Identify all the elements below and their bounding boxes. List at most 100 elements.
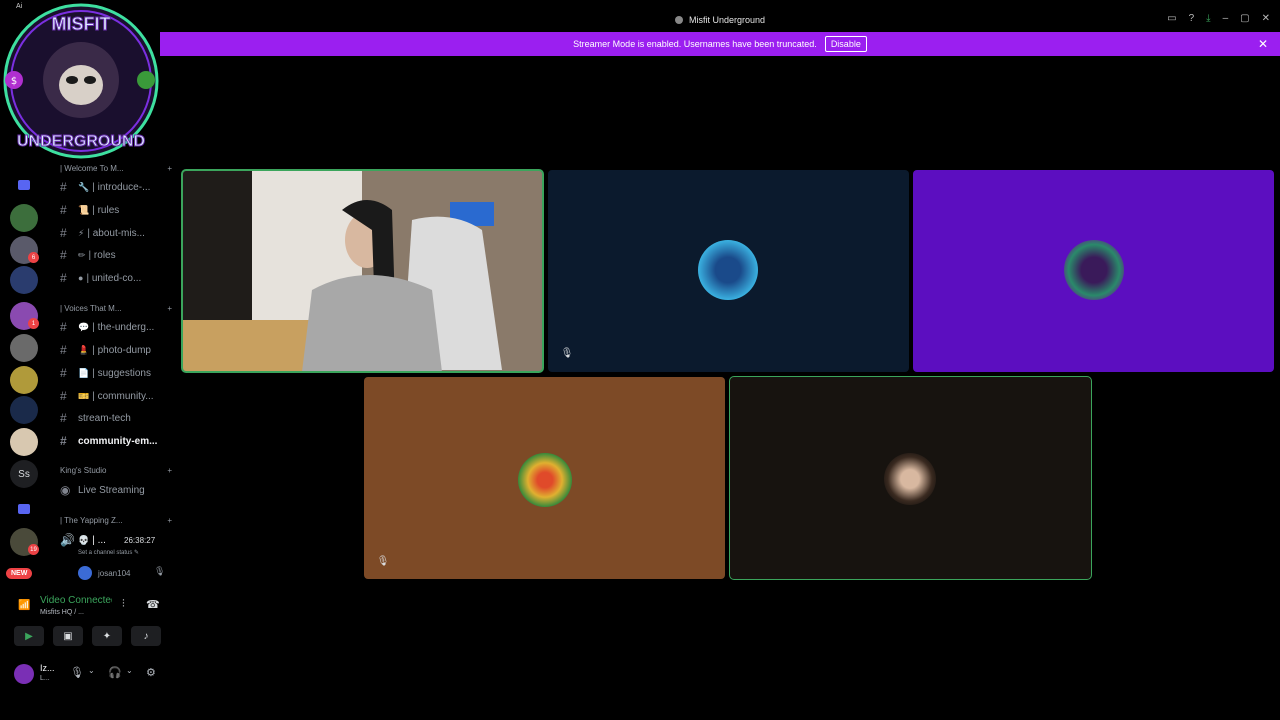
- server-ss[interactable]: Ss: [10, 460, 38, 488]
- channel-community-em[interactable]: # community-em...: [60, 432, 172, 450]
- add-channel-icon: +: [167, 164, 172, 173]
- folder-icon[interactable]: [18, 180, 30, 190]
- server-icon-5[interactable]: [10, 334, 38, 362]
- unread-badge: 6: [28, 252, 39, 263]
- voice-connected-subtitle[interactable]: Misfits HQ / ...: [40, 609, 84, 616]
- avatar: [884, 453, 936, 505]
- wrench-icon: 🔧: [78, 181, 90, 192]
- bolt-icon: ⚡: [78, 227, 85, 238]
- video-tile-4[interactable]: 🎙: [364, 377, 725, 579]
- avatar: [698, 240, 758, 300]
- chevron-down-icon[interactable]: ⌄: [88, 666, 95, 675]
- ticket-icon: 🎫: [78, 390, 90, 401]
- channel-united[interactable]: # ● | united-co...: [60, 269, 172, 287]
- channel-the-underground[interactable]: # 💬 | the-underg...: [60, 318, 172, 336]
- camera-button[interactable]: ▶: [14, 626, 44, 646]
- add-channel-icon: +: [167, 516, 172, 525]
- channel-live-streaming[interactable]: ◉ Live Streaming: [60, 481, 172, 499]
- video-tile-camera[interactable]: [181, 169, 544, 373]
- hash-icon: #: [60, 271, 67, 285]
- avatar[interactable]: [14, 664, 34, 684]
- title-bar: Misfit Underground ▭ ? ⤓ – ▢ ✕: [160, 10, 1280, 30]
- hash-icon: #: [60, 434, 67, 448]
- server-icon-3[interactable]: [10, 266, 38, 294]
- user-name[interactable]: Iz...: [40, 663, 55, 673]
- avatar: [78, 566, 92, 580]
- disable-streamer-mode-button[interactable]: Disable: [824, 36, 867, 52]
- logo-bottom-text: UNDERGROUND: [17, 133, 145, 150]
- microphone-icon[interactable]: 🎙: [70, 666, 84, 679]
- close-banner-icon[interactable]: ✕: [1258, 37, 1268, 51]
- user-status: L...: [40, 675, 50, 682]
- hash-icon: #: [60, 226, 67, 240]
- server-icon-7[interactable]: [10, 396, 38, 424]
- lipstick-icon: 💄: [78, 344, 90, 355]
- channel-community[interactable]: # 🎫 | community...: [60, 387, 172, 405]
- inbox-icon[interactable]: ▭: [1167, 13, 1176, 24]
- channel-photo-dump[interactable]: # 💄 | photo-dump: [60, 341, 172, 359]
- close-window-icon[interactable]: ✕: [1262, 13, 1270, 24]
- folder-icon[interactable]: [18, 504, 30, 514]
- minimize-icon[interactable]: –: [1223, 13, 1229, 24]
- channel-status[interactable]: Set a channel status ✎: [78, 549, 140, 557]
- voice-channel-current[interactable]: 🔊 💀 | ...: [60, 531, 172, 549]
- channel-suggestions[interactable]: # 📄 | suggestions: [60, 364, 172, 382]
- hash-icon: #: [60, 320, 67, 334]
- hash-icon: #: [60, 203, 67, 217]
- add-channel-icon: +: [167, 466, 172, 475]
- noise-suppression-icon[interactable]: ⫶: [122, 598, 125, 611]
- hash-icon: #: [60, 343, 67, 357]
- headphones-icon[interactable]: 🎧: [108, 666, 122, 679]
- server-icon-8[interactable]: [10, 428, 38, 456]
- disconnect-icon[interactable]: ☎: [146, 598, 160, 611]
- maximize-icon[interactable]: ▢: [1240, 13, 1249, 24]
- channel-stream-tech[interactable]: # stream-tech: [60, 409, 172, 427]
- channel-rules[interactable]: # 📜 | rules: [60, 201, 172, 219]
- avatar: [1064, 240, 1124, 300]
- logo-top-text: MISFIT: [52, 14, 111, 34]
- chevron-down-icon[interactable]: ⌄: [126, 666, 133, 675]
- video-tile-2[interactable]: 🎙: [548, 170, 909, 372]
- mic-muted-icon: 🎙: [376, 555, 390, 567]
- purple-circle-icon: ●: [78, 273, 84, 283]
- add-channel-icon: +: [167, 304, 172, 313]
- category-welcome[interactable]: | Welcome To M... +: [60, 164, 172, 173]
- activities-button[interactable]: ✦: [92, 626, 122, 646]
- webcam-feed: [182, 170, 543, 372]
- channel-introduce[interactable]: # 🔧 | introduce-...: [60, 178, 172, 196]
- voice-connected-title: Video Connected: [40, 595, 112, 606]
- category-voices[interactable]: | Voices That M... +: [60, 304, 172, 313]
- category-yapping[interactable]: | The Yapping Z... +: [60, 516, 172, 525]
- user-panel: Iz... L... 🎙 ⌄ 🎧 ⌄ ⚙: [0, 658, 176, 690]
- channel-roles[interactable]: # ✏ | roles: [60, 246, 172, 264]
- channel-sidebar: | Welcome To M... + # 🔧 | introduce-... # 📜 |…: [48, 160, 176, 600]
- soundboard-button[interactable]: ♪: [131, 626, 161, 646]
- mic-muted-icon: 🎙: [560, 347, 574, 359]
- hash-icon: #: [60, 248, 67, 262]
- pencil-icon: ✎: [134, 550, 140, 556]
- server-logo: $ MISFIT UNDERGROUND: [3, 3, 159, 159]
- speech-bubble-icon: 💬: [78, 321, 90, 332]
- channel-about[interactable]: # ⚡ | about-mis...: [60, 224, 172, 242]
- video-tile-3[interactable]: [913, 170, 1274, 372]
- category-kings-studio[interactable]: King's Studio +: [60, 466, 172, 475]
- settings-gear-icon[interactable]: ⚙: [146, 666, 156, 679]
- hash-icon: #: [60, 180, 67, 194]
- server-icon-6[interactable]: [10, 366, 38, 394]
- signal-icon[interactable]: 📶: [18, 600, 30, 611]
- help-icon[interactable]: ?: [1189, 13, 1195, 24]
- stage-icon: ◉: [60, 483, 71, 497]
- server-icon-1[interactable]: [10, 204, 38, 232]
- scroll-icon: 📜: [78, 204, 90, 215]
- screen-share-button[interactable]: ▣: [53, 626, 83, 646]
- hash-icon: #: [60, 366, 67, 380]
- voice-user-josan[interactable]: josan104: [78, 566, 130, 580]
- unread-badge: 19: [28, 544, 39, 555]
- skull-icon: 💀: [78, 534, 90, 545]
- server-icon: [674, 16, 683, 24]
- new-badge[interactable]: NEW: [6, 568, 33, 579]
- server-rail: 6 1 Ss 19 NEW: [0, 168, 48, 598]
- video-tile-5[interactable]: [729, 376, 1092, 580]
- muted-icon: 🎙: [154, 566, 166, 576]
- download-icon[interactable]: ⤓: [1206, 13, 1210, 24]
